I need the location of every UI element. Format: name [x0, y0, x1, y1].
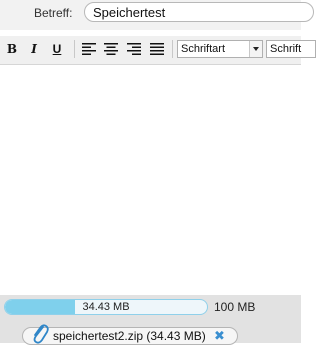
font-size-select[interactable]: Schrift	[266, 40, 316, 58]
storage-used-label: 34.43 MB	[82, 301, 130, 313]
underline-button[interactable]: U	[49, 41, 65, 57]
align-left-icon	[82, 43, 96, 55]
toolbar-separator	[172, 40, 173, 58]
align-justify-button[interactable]	[149, 41, 165, 57]
align-center-button[interactable]	[103, 41, 119, 57]
remove-attachment-icon[interactable]: ✖	[214, 328, 225, 344]
align-center-icon	[104, 43, 118, 55]
toolbar-separator	[74, 40, 75, 58]
align-right-icon	[127, 43, 141, 55]
message-editor[interactable]	[0, 65, 301, 295]
align-left-button[interactable]	[81, 41, 97, 57]
storage-max-label: 100 MB	[214, 300, 256, 314]
subject-input[interactable]	[84, 2, 314, 22]
chevron-down-icon[interactable]	[249, 41, 262, 57]
font-family-value: Schriftart	[181, 43, 226, 55]
font-size-value: Schrift	[270, 43, 302, 55]
paperclip-icon	[31, 322, 49, 349]
align-justify-icon	[150, 43, 164, 55]
align-right-button[interactable]	[126, 41, 142, 57]
storage-attachments-area: 34.43 MB 100 MB speichertest2.zip (34.43…	[0, 295, 301, 345]
bold-button[interactable]: B	[4, 41, 20, 57]
attachment-name: speichertest2.zip (34.43 MB)	[53, 329, 206, 343]
italic-button[interactable]: I	[26, 41, 42, 57]
subject-label: Betreff:	[34, 6, 73, 20]
formatting-toolbar: B I U Schriftart Schrift	[0, 36, 316, 65]
font-family-select[interactable]: Schriftart	[177, 40, 263, 58]
attachment-item[interactable]: speichertest2.zip (34.43 MB) ✖	[22, 324, 238, 345]
subject-row: Betreff:	[0, 0, 314, 30]
storage-progress-bar: 34.43 MB	[4, 299, 208, 315]
